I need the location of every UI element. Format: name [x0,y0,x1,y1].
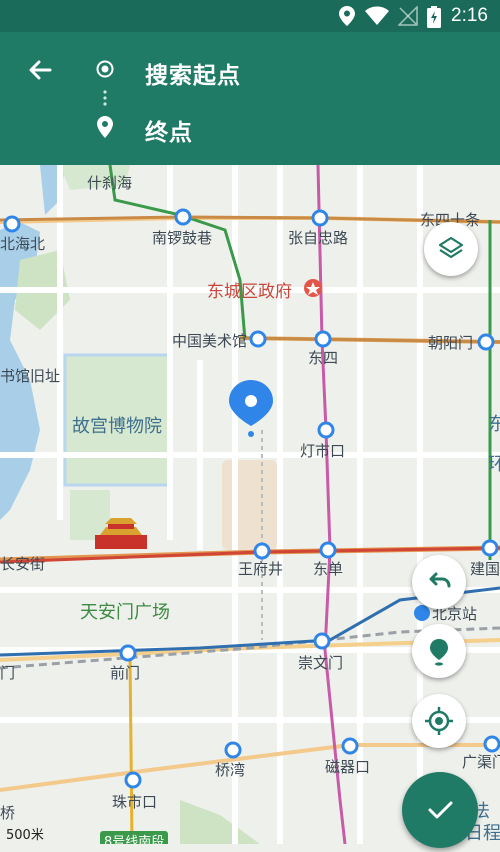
place-label: 东 [488,414,500,435]
start-point-icon [96,60,114,78]
place-label: 王府井 [238,560,284,578]
place-label: 环 [488,454,500,475]
confirm-button[interactable] [402,772,478,848]
route-header: 搜索起点 终点 [0,32,500,165]
place-label: 桥湾 [215,761,246,779]
layers-button[interactable] [424,222,478,276]
place-label: 书馆旧址 [0,367,61,385]
undo-icon [429,572,451,588]
layers-icon [438,236,464,259]
locate-button[interactable] [412,694,466,748]
no-signal-icon [398,6,418,26]
end-point-icon [97,116,113,138]
pin-icon [430,639,448,666]
place-label: 张自忠路 [288,229,349,247]
place-label: 磁器口 [325,758,371,776]
place-label: 东四 [308,349,339,367]
place-label: 长安街 [0,555,46,573]
place-label: 珠市口 [112,793,158,811]
place-label: 广渠门 [462,753,500,771]
clock: 2:16 [451,5,488,26]
place-label: 桥 [0,804,16,822]
place-label: 门 [0,664,16,682]
place-label: 东单 [313,560,344,578]
place-label: 前门 [110,664,141,682]
place-label: 北海北 [0,235,46,253]
palace-museum-label: 故宫博物院 [72,416,162,437]
locate-icon [425,707,453,735]
map-scale: 500米 [6,828,44,843]
battery-icon [427,6,441,28]
back-arrow-icon[interactable] [24,54,56,86]
place-label: 南锣鼓巷 [152,229,213,247]
route-dots-icon [103,90,107,106]
place-label: 什刹海 [87,174,133,192]
check-icon [428,801,453,819]
tiananmen-square-label: 天安门广场 [80,602,170,623]
place-label: 崇文门 [298,654,344,672]
location-icon [339,6,355,26]
wifi-icon [365,6,389,25]
place-label: 中国美术馆 [172,332,248,350]
metro-line-label: 8号线南段 [100,831,169,844]
government-label: 东城区政府 [207,282,292,302]
end-input[interactable]: 终点 [145,113,193,147]
place-label: 灯市口 [300,442,346,460]
undo-button[interactable] [412,555,466,609]
status-bar: 2:16 [0,0,500,32]
place-label: 朝阳门 [428,334,474,352]
start-input[interactable]: 搜索起点 [145,56,241,90]
pin-button[interactable] [412,624,466,678]
place-label: 建国 [470,560,500,578]
